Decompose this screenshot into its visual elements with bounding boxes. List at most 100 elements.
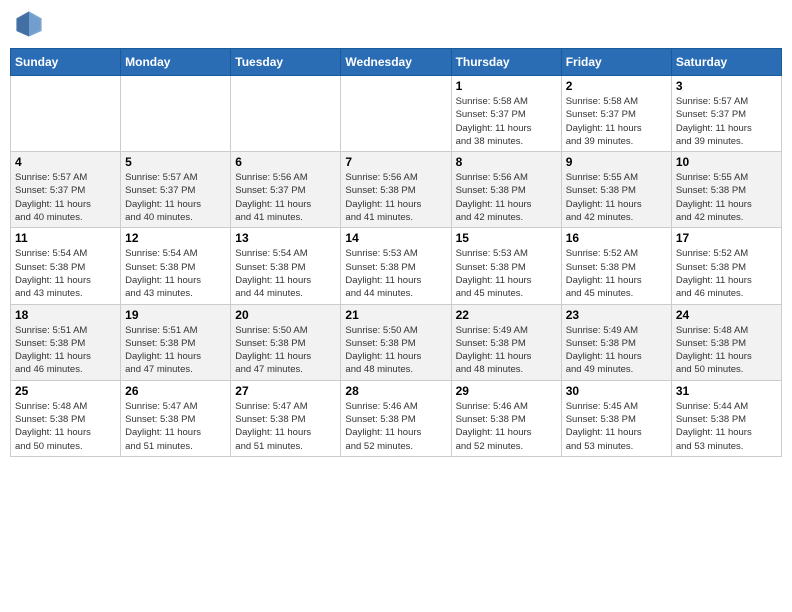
day-number: 22: [456, 308, 557, 322]
calendar-day-cell: 7Sunrise: 5:56 AM Sunset: 5:38 PM Daylig…: [341, 152, 451, 228]
day-of-week-header: Thursday: [451, 49, 561, 76]
day-number: 25: [15, 384, 116, 398]
day-number: 6: [235, 155, 336, 169]
day-info: Sunrise: 5:57 AM Sunset: 5:37 PM Dayligh…: [676, 95, 777, 148]
calendar-day-cell: 30Sunrise: 5:45 AM Sunset: 5:38 PM Dayli…: [561, 380, 671, 456]
day-of-week-header: Saturday: [671, 49, 781, 76]
calendar-day-cell: 18 Sunrise: 5:51 AM Sunset: 5:38 PM Dayli…: [11, 304, 121, 380]
logo: [15, 10, 45, 38]
day-info: Sunrise: 5:47 AM Sunset: 5:38 PM Dayligh…: [235, 400, 336, 453]
day-number: 8: [456, 155, 557, 169]
day-number: 14: [345, 231, 446, 245]
calendar-week-row: 1 Sunrise: 5:58 AM Sunset: 5:37 PM Daylig…: [11, 76, 782, 152]
day-info: Sunrise: 5:57 AM Sunset: 5:37 PM Dayligh…: [15, 171, 116, 224]
day-number: 2: [566, 79, 667, 93]
day-number: 24: [676, 308, 777, 322]
day-info: Sunrise: 5:54 AM Sunset: 5:38 PM Dayligh…: [15, 247, 116, 300]
day-info: Sunrise: 5:44 AM Sunset: 5:38 PM Dayligh…: [676, 400, 777, 453]
day-info: Sunrise: 5:46 AM Sunset: 5:38 PM Dayligh…: [345, 400, 446, 453]
day-number: 29: [456, 384, 557, 398]
day-info: Sunrise: 5:55 AM Sunset: 5:38 PM Dayligh…: [566, 171, 667, 224]
calendar-day-cell: 26 Sunrise: 5:47 AM Sunset: 5:38 PM Dayli…: [121, 380, 231, 456]
calendar-day-cell: 23Sunrise: 5:49 AM Sunset: 5:38 PM Dayli…: [561, 304, 671, 380]
day-number: 15: [456, 231, 557, 245]
day-info: Sunrise: 5:45 AM Sunset: 5:38 PM Dayligh…: [566, 400, 667, 453]
day-info: Sunrise: 5:48 AM Sunset: 5:38 PM Dayligh…: [15, 400, 116, 453]
day-number: 26: [125, 384, 226, 398]
day-info: Sunrise: 5:48 AM Sunset: 5:38 PM Dayligh…: [676, 324, 777, 377]
calendar-day-cell: 1 Sunrise: 5:58 AM Sunset: 5:37 PM Daylig…: [451, 76, 561, 152]
calendar-day-cell: 22 Sunrise: 5:49 AM Sunset: 5:38 PM Dayli…: [451, 304, 561, 380]
day-number: 1: [456, 79, 557, 93]
day-info: Sunrise: 5:47 AM Sunset: 5:38 PM Dayligh…: [125, 400, 226, 453]
calendar-day-cell: 15 Sunrise: 5:53 AM Sunset: 5:38 PM Dayli…: [451, 228, 561, 304]
calendar-day-cell: [341, 76, 451, 152]
calendar-day-cell: 8Sunrise: 5:56 AM Sunset: 5:38 PM Daylig…: [451, 152, 561, 228]
day-number: 21: [345, 308, 446, 322]
day-number: 3: [676, 79, 777, 93]
day-of-week-header: Tuesday: [231, 49, 341, 76]
calendar-day-cell: 16 Sunrise: 5:52 AM Sunset: 5:38 PM Dayli…: [561, 228, 671, 304]
day-number: 17: [676, 231, 777, 245]
day-info: Sunrise: 5:46 AM Sunset: 5:38 PM Dayligh…: [456, 400, 557, 453]
calendar-day-cell: 24 Sunrise: 5:48 AM Sunset: 5:38 PM Dayli…: [671, 304, 781, 380]
calendar-day-cell: 14 Sunrise: 5:53 AM Sunset: 5:38 PM Dayli…: [341, 228, 451, 304]
page-header: [10, 10, 782, 38]
calendar-day-cell: 17 Sunrise: 5:52 AM Sunset: 5:38 PM Dayli…: [671, 228, 781, 304]
day-number: 13: [235, 231, 336, 245]
day-number: 28: [345, 384, 446, 398]
day-number: 4: [15, 155, 116, 169]
day-info: Sunrise: 5:55 AM Sunset: 5:38 PM Dayligh…: [676, 171, 777, 224]
day-info: Sunrise: 5:49 AM Sunset: 5:38 PM Dayligh…: [456, 324, 557, 377]
calendar-header-row: SundayMondayTuesdayWednesdayThursdayFrid…: [11, 49, 782, 76]
calendar-day-cell: 25 Sunrise: 5:48 AM Sunset: 5:38 PM Dayli…: [11, 380, 121, 456]
calendar-day-cell: [231, 76, 341, 152]
calendar-day-cell: 6Sunrise: 5:56 AM Sunset: 5:37 PM Daylig…: [231, 152, 341, 228]
calendar-day-cell: 10 Sunrise: 5:55 AM Sunset: 5:38 PM Dayli…: [671, 152, 781, 228]
day-info: Sunrise: 5:56 AM Sunset: 5:38 PM Dayligh…: [345, 171, 446, 224]
day-info: Sunrise: 5:49 AM Sunset: 5:38 PM Dayligh…: [566, 324, 667, 377]
day-info: Sunrise: 5:52 AM Sunset: 5:38 PM Dayligh…: [566, 247, 667, 300]
day-info: Sunrise: 5:52 AM Sunset: 5:38 PM Dayligh…: [676, 247, 777, 300]
calendar-day-cell: [121, 76, 231, 152]
day-info: Sunrise: 5:54 AM Sunset: 5:38 PM Dayligh…: [125, 247, 226, 300]
calendar-week-row: 11 Sunrise: 5:54 AM Sunset: 5:38 PM Dayli…: [11, 228, 782, 304]
calendar-week-row: 18 Sunrise: 5:51 AM Sunset: 5:38 PM Dayli…: [11, 304, 782, 380]
calendar-day-cell: 20Sunrise: 5:50 AM Sunset: 5:38 PM Dayli…: [231, 304, 341, 380]
calendar-day-cell: 19Sunrise: 5:51 AM Sunset: 5:38 PM Dayli…: [121, 304, 231, 380]
calendar-day-cell: 5 Sunrise: 5:57 AM Sunset: 5:37 PM Daylig…: [121, 152, 231, 228]
day-number: 11: [15, 231, 116, 245]
day-info: Sunrise: 5:58 AM Sunset: 5:37 PM Dayligh…: [566, 95, 667, 148]
day-number: 27: [235, 384, 336, 398]
day-number: 10: [676, 155, 777, 169]
calendar-day-cell: 13Sunrise: 5:54 AM Sunset: 5:38 PM Dayli…: [231, 228, 341, 304]
day-of-week-header: Monday: [121, 49, 231, 76]
calendar-day-cell: 27 Sunrise: 5:47 AM Sunset: 5:38 PM Dayli…: [231, 380, 341, 456]
day-info: Sunrise: 5:53 AM Sunset: 5:38 PM Dayligh…: [456, 247, 557, 300]
day-number: 18: [15, 308, 116, 322]
calendar-day-cell: 12 Sunrise: 5:54 AM Sunset: 5:38 PM Dayli…: [121, 228, 231, 304]
day-info: Sunrise: 5:51 AM Sunset: 5:38 PM Dayligh…: [15, 324, 116, 377]
day-number: 9: [566, 155, 667, 169]
day-number: 16: [566, 231, 667, 245]
calendar-week-row: 25 Sunrise: 5:48 AM Sunset: 5:38 PM Dayli…: [11, 380, 782, 456]
day-info: Sunrise: 5:57 AM Sunset: 5:37 PM Dayligh…: [125, 171, 226, 224]
day-number: 31: [676, 384, 777, 398]
day-info: Sunrise: 5:53 AM Sunset: 5:38 PM Dayligh…: [345, 247, 446, 300]
calendar-day-cell: 4 Sunrise: 5:57 AM Sunset: 5:37 PM Daylig…: [11, 152, 121, 228]
calendar-day-cell: 31 Sunrise: 5:44 AM Sunset: 5:38 PM Dayli…: [671, 380, 781, 456]
day-info: Sunrise: 5:50 AM Sunset: 5:38 PM Dayligh…: [345, 324, 446, 377]
calendar-table: SundayMondayTuesdayWednesdayThursdayFrid…: [10, 48, 782, 457]
day-of-week-header: Sunday: [11, 49, 121, 76]
day-info: Sunrise: 5:58 AM Sunset: 5:37 PM Dayligh…: [456, 95, 557, 148]
logo-icon: [15, 10, 43, 38]
day-number: 5: [125, 155, 226, 169]
calendar-day-cell: 2 Sunrise: 5:58 AM Sunset: 5:37 PM Daylig…: [561, 76, 671, 152]
day-info: Sunrise: 5:51 AM Sunset: 5:38 PM Dayligh…: [125, 324, 226, 377]
day-info: Sunrise: 5:50 AM Sunset: 5:38 PM Dayligh…: [235, 324, 336, 377]
calendar-day-cell: 21 Sunrise: 5:50 AM Sunset: 5:38 PM Dayli…: [341, 304, 451, 380]
calendar-day-cell: 11 Sunrise: 5:54 AM Sunset: 5:38 PM Dayli…: [11, 228, 121, 304]
calendar-day-cell: [11, 76, 121, 152]
day-number: 12: [125, 231, 226, 245]
calendar-week-row: 4 Sunrise: 5:57 AM Sunset: 5:37 PM Daylig…: [11, 152, 782, 228]
